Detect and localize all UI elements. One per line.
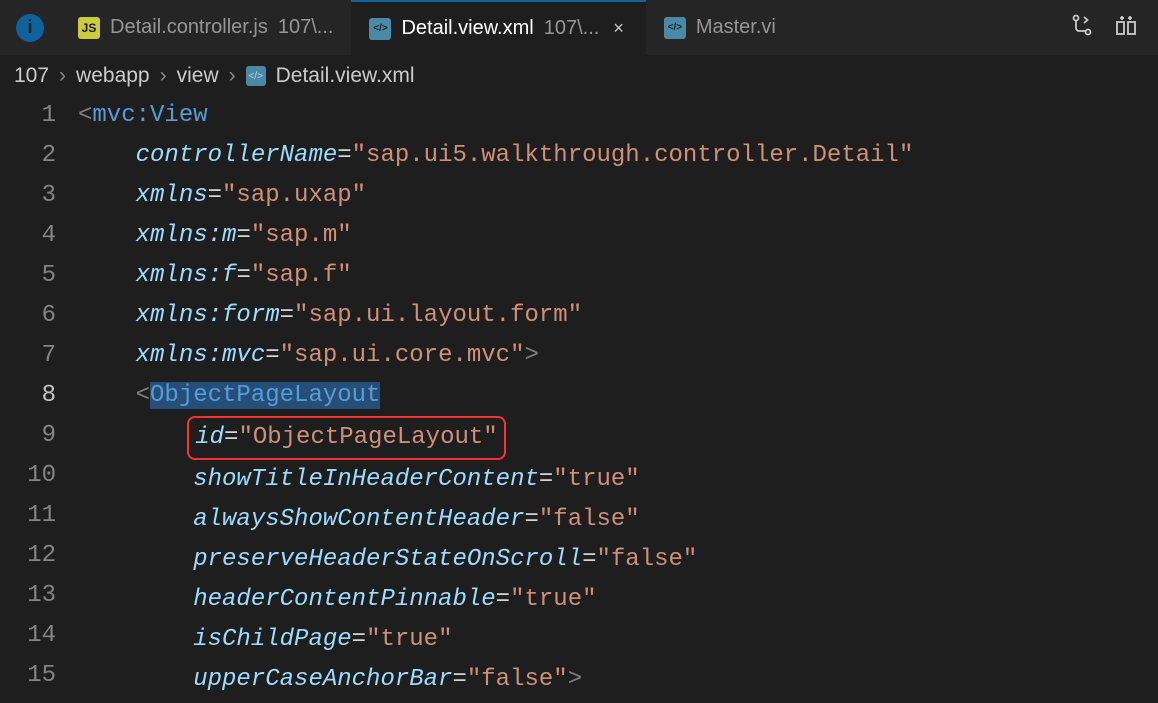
breadcrumb-part[interactable]: webapp xyxy=(76,64,150,88)
tab-label: Master.vi xyxy=(696,16,776,39)
code-line[interactable]: showTitleInHeaderContent="true" xyxy=(78,460,1158,500)
code-editor[interactable]: 123456789101112131415 <mvc:View controll… xyxy=(0,96,1158,700)
tab-detail-controller-js[interactable]: JS Detail.controller.js 107\... xyxy=(60,0,351,55)
chevron-right-icon: › xyxy=(229,64,236,88)
tab-actions xyxy=(1050,13,1158,42)
line-number: 2 xyxy=(0,136,56,176)
line-number: 11 xyxy=(0,496,56,536)
close-icon[interactable]: × xyxy=(609,18,628,39)
line-number: 14 xyxy=(0,616,56,656)
code-line[interactable]: <ObjectPageLayout xyxy=(78,376,1158,416)
line-number: 1 xyxy=(0,96,56,136)
tab-master-vi[interactable]: Master.vi xyxy=(646,0,794,55)
tab-suffix: 107\... xyxy=(544,17,600,40)
line-number: 5 xyxy=(0,256,56,296)
code-line[interactable]: headerContentPinnable="true" xyxy=(78,580,1158,620)
split-editor-icon[interactable] xyxy=(1114,13,1138,42)
breadcrumb-part[interactable]: view xyxy=(177,64,219,88)
breadcrumb-file[interactable]: Detail.view.xml xyxy=(276,64,415,88)
code-line[interactable]: id="ObjectPageLayout" xyxy=(78,416,1158,460)
xml-file-icon xyxy=(246,66,266,86)
tab-label: Detail.controller.js xyxy=(110,16,268,39)
tab-label: Detail.view.xml xyxy=(401,17,533,40)
chevron-right-icon: › xyxy=(160,64,167,88)
code-content[interactable]: <mvc:View controllerName="sap.ui5.walkth… xyxy=(78,96,1158,700)
line-number: 8 xyxy=(0,376,56,416)
code-line[interactable]: upperCaseAnchorBar="false"> xyxy=(78,660,1158,700)
tab-detail-view-xml[interactable]: Detail.view.xml 107\... × xyxy=(351,0,645,55)
chevron-right-icon: › xyxy=(59,64,66,88)
breadcrumb-part[interactable]: 107 xyxy=(14,64,49,88)
line-number: 9 xyxy=(0,416,56,456)
code-line[interactable]: <mvc:View xyxy=(78,96,1158,136)
line-number: 3 xyxy=(0,176,56,216)
code-line[interactable]: isChildPage="true" xyxy=(78,620,1158,660)
code-line[interactable]: xmlns:form="sap.ui.layout.form" xyxy=(78,296,1158,336)
line-number: 15 xyxy=(0,656,56,696)
code-line[interactable]: xmlns:f="sap.f" xyxy=(78,256,1158,296)
line-number: 7 xyxy=(0,336,56,376)
code-line[interactable]: preserveHeaderStateOnScroll="false" xyxy=(78,540,1158,580)
line-number: 4 xyxy=(0,216,56,256)
code-line[interactable]: xmlns="sap.uxap" xyxy=(78,176,1158,216)
highlighted-region: id="ObjectPageLayout" xyxy=(187,416,505,460)
tab-suffix: 107\... xyxy=(278,16,334,39)
line-number: 6 xyxy=(0,296,56,336)
js-file-icon: JS xyxy=(78,17,100,39)
code-line[interactable]: alwaysShowContentHeader="false" xyxy=(78,500,1158,540)
code-line[interactable]: xmlns:m="sap.m" xyxy=(78,216,1158,256)
compare-changes-icon[interactable] xyxy=(1070,13,1094,42)
xml-file-icon xyxy=(664,17,686,39)
line-number-gutter: 123456789101112131415 xyxy=(0,96,78,700)
breadcrumb[interactable]: 107 › webapp › view › Detail.view.xml xyxy=(0,56,1158,96)
code-line[interactable]: xmlns:mvc="sap.ui.core.mvc"> xyxy=(78,336,1158,376)
info-badge-icon[interactable]: i xyxy=(16,14,44,42)
code-line[interactable]: controllerName="sap.ui5.walkthrough.cont… xyxy=(78,136,1158,176)
line-number: 13 xyxy=(0,576,56,616)
tab-bar: i JSDetail.controller.js 107\...Detail.v… xyxy=(0,0,1158,56)
xml-file-icon xyxy=(369,18,391,40)
line-number: 12 xyxy=(0,536,56,576)
line-number: 10 xyxy=(0,456,56,496)
